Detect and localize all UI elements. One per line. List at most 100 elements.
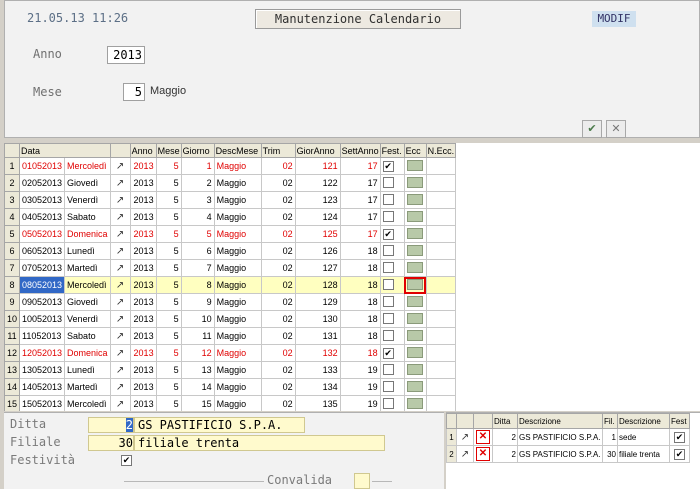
cell-picker[interactable]: ↗ <box>109 208 131 226</box>
cell-fest[interactable] <box>379 242 405 260</box>
cell-trim[interactable]: 02 <box>260 395 296 411</box>
cell-picker[interactable]: ↗ <box>109 344 131 362</box>
branch-fest[interactable]: ✔ <box>669 428 690 446</box>
cell-settanno[interactable]: 18 <box>339 242 381 260</box>
eccezione-icon[interactable] <box>407 329 424 341</box>
row-number[interactable]: 7 <box>4 259 20 277</box>
eccezione-icon[interactable] <box>407 210 424 222</box>
eccezione-icon[interactable] <box>407 346 424 358</box>
cell-giorno[interactable]: 2 <box>180 174 215 192</box>
cell-anno[interactable]: 2013 <box>129 259 157 277</box>
cell-necc[interactable] <box>425 361 457 379</box>
cell-mese[interactable]: 5 <box>155 310 182 328</box>
branch-row-number[interactable]: 1 <box>446 428 457 446</box>
cell-necc[interactable] <box>425 208 457 226</box>
cell-picker[interactable]: ↗ <box>109 327 131 345</box>
table-row[interactable]: 9 09052013 Giovedì ↗ 2013 5 9 Maggio 02 129 18 <box>4 293 457 311</box>
row-number[interactable]: 5 <box>4 225 20 243</box>
cell-fest[interactable] <box>379 327 405 345</box>
branch-col-descrizione-filiale[interactable]: Descrizione <box>617 413 670 429</box>
festivo-checkbox[interactable] <box>382 261 394 273</box>
cell-ecc[interactable] <box>403 225 427 243</box>
cell-data[interactable]: 11052013 <box>18 327 66 345</box>
date-picker-icon[interactable]: ↗ <box>116 314 124 325</box>
cell-data[interactable]: 04052013 <box>18 208 66 226</box>
cell-anno[interactable]: 2013 <box>129 276 157 294</box>
branch-fil[interactable]: 1 <box>602 428 618 446</box>
cell-data[interactable]: 15052013 <box>18 395 66 411</box>
cell-necc[interactable] <box>425 344 457 362</box>
table-row[interactable]: 15 15052013 Mercoledì ↗ 2013 5 15 Maggio 02 135 19 <box>4 395 457 411</box>
cell-fest[interactable] <box>379 276 405 294</box>
row-number[interactable]: 2 <box>4 174 20 192</box>
row-number[interactable]: 6 <box>4 242 20 260</box>
confirm-button[interactable]: ✔ <box>582 120 602 138</box>
cell-descmese[interactable]: Maggio <box>213 259 262 277</box>
cell-ecc[interactable] <box>403 259 427 277</box>
table-row[interactable]: 2 02052013 Giovedì ↗ 2013 5 2 Maggio 02 122 17 <box>4 174 457 192</box>
cell-mese[interactable]: 5 <box>155 378 182 396</box>
date-picker-icon[interactable]: ↗ <box>116 280 124 291</box>
cell-trim[interactable]: 02 <box>260 242 296 260</box>
row-number[interactable]: 13 <box>4 361 20 379</box>
cell-picker[interactable]: ↗ <box>109 276 131 294</box>
cell-fest[interactable]: ✔ <box>379 344 405 362</box>
cell-necc[interactable] <box>425 225 457 243</box>
table-row[interactable]: 5 05052013 Domenica ↗ 2013 5 5 Maggio 02 125 17 ✔ <box>4 225 457 243</box>
cell-trim[interactable]: 02 <box>260 276 296 294</box>
cell-fest[interactable] <box>379 310 405 328</box>
cell-anno[interactable]: 2013 <box>129 157 157 175</box>
date-picker-icon[interactable]: ↗ <box>116 246 124 257</box>
cell-descmese[interactable]: Maggio <box>213 157 262 175</box>
cell-gioranno[interactable]: 135 <box>294 395 341 411</box>
cell-fest[interactable] <box>379 293 405 311</box>
festivo-checkbox[interactable] <box>382 312 394 324</box>
table-row[interactable]: 3 03052013 Venerdì ↗ 2013 5 3 Maggio 02 123 17 <box>4 191 457 209</box>
eccezione-icon[interactable] <box>407 227 424 239</box>
cell-mese[interactable]: 5 <box>155 191 182 209</box>
cell-gioranno[interactable]: 129 <box>294 293 341 311</box>
col-header-giorno[interactable]: Giorno <box>180 143 215 158</box>
festivo-checkbox[interactable] <box>382 244 394 256</box>
cell-picker[interactable]: ↗ <box>109 157 131 175</box>
cell-ecc[interactable] <box>403 157 427 175</box>
branch-ditta[interactable]: 2 <box>492 428 518 446</box>
cell-ecc[interactable] <box>403 242 427 260</box>
cell-giorno[interactable]: 3 <box>180 191 215 209</box>
cell-ecc[interactable] <box>403 191 427 209</box>
branch-picker-cell[interactable]: ↗ <box>456 428 474 446</box>
cell-giorno[interactable]: 6 <box>180 242 215 260</box>
cell-giorno[interactable]: 13 <box>180 361 215 379</box>
col-header-descmese[interactable]: DescMese <box>213 143 262 158</box>
cell-descmese[interactable]: Maggio <box>213 242 262 260</box>
cell-mese[interactable]: 5 <box>155 293 182 311</box>
cell-ecc[interactable] <box>403 208 427 226</box>
cell-mese[interactable]: 5 <box>155 225 182 243</box>
date-picker-icon[interactable]: ↗ <box>116 348 124 359</box>
cell-descmese[interactable]: Maggio <box>213 344 262 362</box>
cell-giorno[interactable]: 12 <box>180 344 215 362</box>
table-row[interactable]: 14 14052013 Martedì ↗ 2013 5 14 Maggio 02 134 19 <box>4 378 457 396</box>
cell-gioranno[interactable]: 121 <box>294 157 341 175</box>
eccezione-icon[interactable] <box>407 380 424 392</box>
cell-mese[interactable]: 5 <box>155 208 182 226</box>
branch-fest[interactable]: ✔ <box>669 445 690 463</box>
table-row[interactable]: 13 13052013 Lunedì ↗ 2013 5 13 Maggio 02 133 19 <box>4 361 457 379</box>
cell-picker[interactable]: ↗ <box>109 293 131 311</box>
cell-ecc[interactable] <box>403 378 427 396</box>
delete-icon[interactable]: ✕ <box>476 430 490 444</box>
cell-picker[interactable]: ↗ <box>109 259 131 277</box>
festivo-checkbox[interactable]: ✔ <box>382 228 394 240</box>
branch-row[interactable]: 1 ↗ ✕ 2 GS PASTIFICIO S.P.A. 1 sede ✔ <box>446 428 690 446</box>
cell-ecc[interactable] <box>403 174 427 192</box>
eccezione-icon[interactable] <box>407 176 424 188</box>
ditta-code-field[interactable]: 2 <box>88 417 134 433</box>
cell-descmese[interactable]: Maggio <box>213 191 262 209</box>
eccezione-icon[interactable] <box>407 244 424 256</box>
picker-icon[interactable]: ↗ <box>461 449 469 460</box>
eccezione-icon[interactable] <box>407 312 424 324</box>
festivo-checkbox[interactable]: ✔ <box>382 160 394 172</box>
cell-picker[interactable]: ↗ <box>109 225 131 243</box>
cell-fest[interactable]: ✔ <box>379 157 405 175</box>
row-number[interactable]: 9 <box>4 293 20 311</box>
